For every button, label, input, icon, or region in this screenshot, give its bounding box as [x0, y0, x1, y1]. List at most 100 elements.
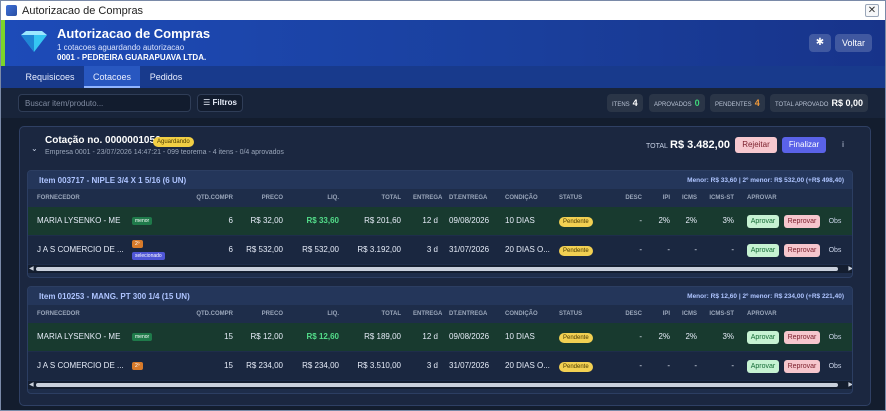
filter-button[interactable]: ☰ Filtros	[197, 94, 243, 112]
obs-button[interactable]: Obs	[826, 244, 844, 257]
info-icon[interactable]: i	[837, 139, 849, 151]
fornecedor-cell: J A S COMERCIO DE ...	[37, 245, 124, 254]
column-header: ENTREGA	[413, 195, 443, 201]
horizontal-scrollbar[interactable]: ◀ ▶	[28, 265, 852, 273]
ipi-cell: 2%	[658, 332, 670, 341]
total-label: TOTAL	[646, 143, 668, 150]
horizontal-scrollbar[interactable]: ◀ ▶	[28, 381, 852, 389]
entrega-cell: 3 d	[426, 245, 438, 254]
column-header: LIQ.	[327, 311, 339, 317]
entrega-cell: 12 d	[422, 216, 438, 225]
obs-button[interactable]: Obs	[826, 360, 844, 373]
column-header: ENTREGA	[413, 311, 443, 317]
column-header: DESC	[625, 311, 642, 317]
column-header: STATUS	[559, 195, 583, 201]
finalizar-button[interactable]: Finalizar	[782, 137, 826, 153]
qtd-cell: 15	[224, 361, 233, 370]
column-header: ICMS	[682, 311, 697, 317]
scroll-right-icon[interactable]: ▶	[848, 265, 852, 273]
supplier-tag: menor	[132, 333, 153, 341]
stat-value: R$ 0,00	[831, 98, 863, 108]
desc-cell: -	[639, 361, 642, 370]
scrollbar-thumb[interactable]	[36, 267, 838, 271]
tab-pedidos[interactable]: Pedidos	[143, 66, 189, 88]
theme-toggle-icon[interactable]: ✱	[809, 34, 831, 52]
icms-st-cell: -	[731, 245, 734, 254]
item-header: Item 010253 - MANG. PT 300 1/4 (15 UN) M…	[28, 287, 852, 305]
item-title: Item 010253 - MANG. PT 300 1/4 (15 UN)	[39, 292, 190, 301]
stat-pendentes: PENDENTES 4	[710, 94, 765, 112]
condicao-cell: 10 DIAS	[505, 216, 535, 225]
aprovar-button[interactable]: Aprovar	[747, 331, 779, 344]
column-header: TOTAL	[381, 195, 401, 201]
tab-requisicoes[interactable]: Requisicoes	[21, 66, 79, 88]
scrollbar-thumb[interactable]	[36, 383, 838, 387]
ipi-cell: -	[667, 245, 670, 254]
condicao-cell: 10 DIAS	[505, 332, 535, 341]
column-header: ICMS-ST	[709, 311, 734, 317]
scroll-left-icon[interactable]: ◀	[29, 381, 34, 389]
tab-bar: Requisicoes Cotacoes Pedidos	[1, 66, 885, 88]
reprovar-button[interactable]: Reprovar	[784, 331, 820, 344]
chevron-down-icon[interactable]: ⌄	[31, 144, 38, 153]
item-price-summary: Menor: R$ 12,60 | 2º menor: R$ 234,00 (+…	[687, 293, 844, 300]
stat-label: APROVADOS	[654, 102, 692, 108]
table-row[interactable]: MARIA LYSENKO - ME menor 6 R$ 32,00 R$ 33,60…	[28, 207, 852, 235]
item-block: Item 010253 - MANG. PT 300 1/4 (15 UN) M…	[27, 286, 853, 394]
scroll-left-icon[interactable]: ◀	[29, 265, 34, 273]
column-header-row: FORNECEDOR QTD.COMPR PRECO LIQ. TOTAL ENTREGA…	[28, 189, 852, 207]
column-header: ICMS	[682, 195, 697, 201]
close-button[interactable]: ✕	[865, 4, 879, 17]
rejeitar-button[interactable]: Rejeitar	[735, 137, 777, 153]
obs-button[interactable]: Obs	[826, 331, 844, 344]
icms-cell: 2%	[685, 216, 697, 225]
qtd-cell: 6	[228, 216, 233, 225]
total-cell: R$ 201,60	[364, 216, 401, 225]
icms-cell: -	[694, 361, 697, 370]
column-header: TOTAL	[381, 311, 401, 317]
preco-cell: R$ 32,00	[250, 216, 283, 225]
column-header: QTD.COMPR	[196, 195, 233, 201]
preco-cell: R$ 234,00	[246, 361, 283, 370]
stat-label: ITENS	[612, 102, 630, 108]
tab-cotacoes[interactable]: Cotacoes	[84, 66, 140, 88]
total-cell: R$ 189,00	[364, 332, 401, 341]
reprovar-button[interactable]: Reprovar	[784, 215, 820, 228]
reprovar-button[interactable]: Reprovar	[784, 360, 820, 373]
table-row[interactable]: J A S COMERCIO DE ... 2º 15 R$ 234,00 R$ 234…	[28, 352, 852, 380]
aprovar-button[interactable]: Aprovar	[747, 244, 779, 257]
aprovar-button[interactable]: Aprovar	[747, 215, 779, 228]
cotacao-card: ⌄ Cotação no. 0000001056 Aguardando Empr…	[19, 126, 871, 406]
table-row[interactable]: J A S COMERCIO DE ... 2º selecionado 6 R$ 53…	[28, 236, 852, 264]
app-window: Autorizacao de Compras ✕ Autorizacao de …	[0, 0, 886, 411]
column-header: IPI	[662, 311, 670, 317]
column-header: APROVAR	[747, 311, 777, 317]
supplier-tag: selecionado	[132, 252, 165, 260]
search-input[interactable]	[18, 94, 191, 112]
stat-value: 4	[754, 98, 760, 108]
stat-value: 0	[694, 98, 700, 108]
stat-label: PENDENTES	[715, 102, 752, 108]
condicao-cell: 20 DIAS O...	[505, 361, 550, 370]
scroll-right-icon[interactable]: ▶	[848, 381, 852, 389]
column-header: IPI	[662, 195, 670, 201]
reprovar-button[interactable]: Reprovar	[784, 244, 820, 257]
desc-cell: -	[639, 245, 642, 254]
dt-entrega-cell: 09/08/2026	[449, 332, 490, 341]
aprovar-button[interactable]: Aprovar	[747, 360, 779, 373]
supplier-tag: menor	[132, 217, 153, 225]
preco-cell: R$ 12,00	[250, 332, 283, 341]
column-header: STATUS	[559, 311, 583, 317]
dt-entrega-cell: 09/08/2026	[449, 216, 490, 225]
column-header: PRECO	[261, 311, 283, 317]
desc-cell: -	[639, 216, 642, 225]
entrega-cell: 12 d	[422, 332, 438, 341]
supplier-tag: 2º	[132, 240, 143, 248]
item-title: Item 003717 - NIPLE 3/4 X 1 5/16 (6 UN)	[39, 176, 187, 185]
obs-button[interactable]: Obs	[826, 215, 844, 228]
status-badge: Pendente	[559, 333, 593, 343]
column-header: LIQ.	[327, 195, 339, 201]
voltar-button[interactable]: Voltar	[835, 34, 872, 52]
table-row[interactable]: MARIA LYSENKO - ME menor 15 R$ 12,00 R$ 12,6…	[28, 323, 852, 351]
icms-cell: -	[694, 245, 697, 254]
